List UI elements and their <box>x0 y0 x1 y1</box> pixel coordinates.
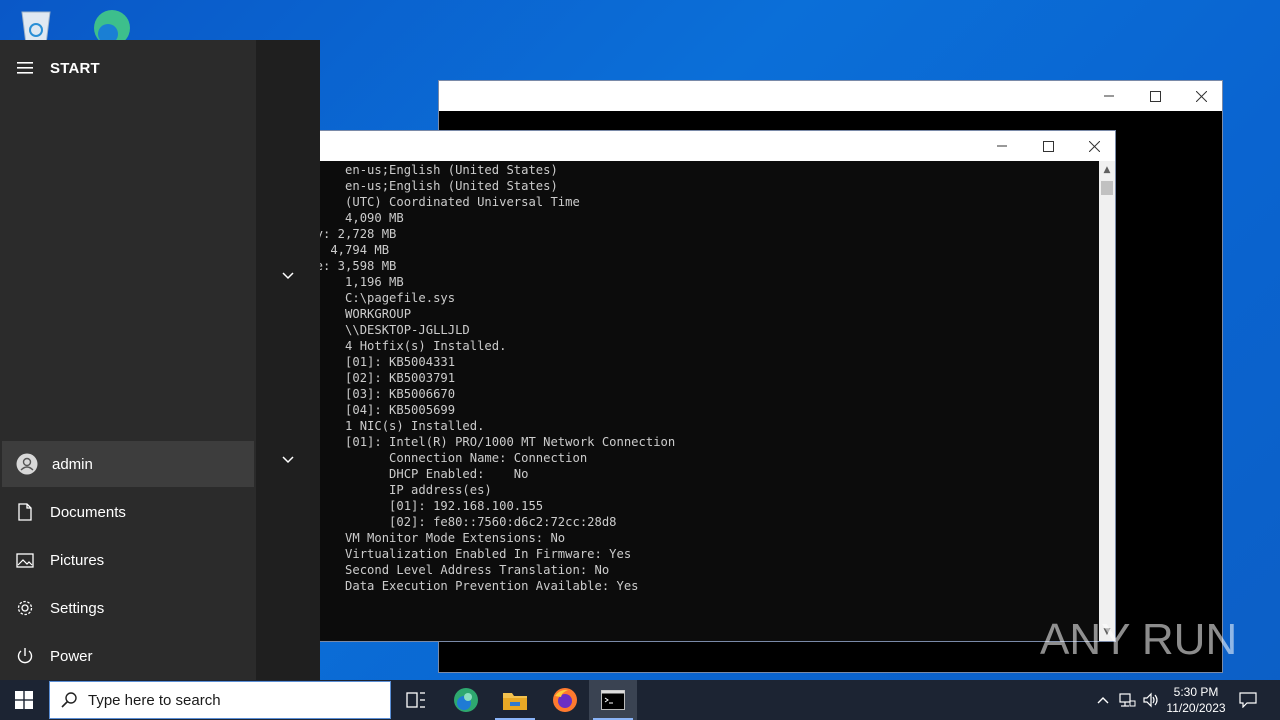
documents-label: Documents <box>50 503 126 521</box>
console-line: en-us;English (United States) <box>301 163 558 177</box>
chevron-down-icon[interactable] <box>256 456 320 464</box>
console-line: [01]: Intel(R) PRO/1000 MT Network Conne… <box>301 435 676 449</box>
edge-taskbar-button[interactable] <box>442 680 490 720</box>
folder-icon <box>503 693 527 710</box>
console-line: Data Execution Prevention Available: Yes <box>301 579 639 593</box>
settings-label: Settings <box>50 599 105 617</box>
start-menu-header[interactable]: START <box>0 50 256 86</box>
console-line: 4 Hotfix(s) Installed. <box>301 339 507 353</box>
taskbar: Type here to search 5:30 PM 11/20/2023 <box>0 680 1280 720</box>
command-prompt-taskbar-button[interactable] <box>589 680 637 720</box>
console-line: [02]: fe80::7560:d6c2:72cc:28d8 <box>301 515 617 529</box>
console-line: Second Level Address Translation: No <box>301 563 610 577</box>
show-hidden-icons-chevron-icon[interactable] <box>1092 680 1114 720</box>
console-line: ble: 3,598 MB <box>301 259 397 273</box>
document-icon <box>0 503 50 521</box>
task-view-button[interactable] <box>392 680 440 720</box>
console-line: [02]: KB5003791 <box>301 371 456 385</box>
console-line: 4,090 MB <box>301 211 404 225</box>
windows-start-button[interactable] <box>0 680 48 720</box>
documents-button[interactable]: Documents <box>0 489 256 535</box>
console-line: (UTC) Coordinated Universal Time <box>301 195 580 209</box>
taskbar-search-box[interactable]: Type here to search <box>49 681 391 719</box>
task-view-icon <box>406 692 425 708</box>
console-line: fo <box>301 610 1099 626</box>
edge-icon <box>454 688 478 712</box>
file-explorer-taskbar-button[interactable] <box>491 680 539 720</box>
pictures-label: Pictures <box>50 551 105 569</box>
chevron-down-icon[interactable] <box>256 272 320 280</box>
notifications-icon[interactable] <box>1234 680 1262 720</box>
pictures-button[interactable]: Pictures <box>0 537 256 583</box>
settings-button[interactable]: Settings <box>0 585 256 631</box>
firefox-taskbar-button[interactable] <box>541 680 589 720</box>
console-line: [01]: KB5004331 <box>301 355 456 369</box>
console-line: e: 4,794 MB <box>301 243 390 257</box>
console-line: [01]: 192.168.100.155 <box>301 499 544 513</box>
console-line: ory: 2,728 MB <box>301 227 397 241</box>
console-line: en-us;English (United States) <box>301 179 558 193</box>
command-prompt-window[interactable]: en-us;English (United States) en-us;Engl… <box>300 130 1116 642</box>
console-line: Virtualization Enabled In Firmware: Yes <box>301 547 632 561</box>
user-avatar-icon <box>2 453 52 475</box>
clock-time: 5:30 PM <box>1173 685 1219 699</box>
picture-icon <box>0 552 50 568</box>
start-menu-title: START <box>50 59 100 77</box>
close-icon[interactable] <box>1071 131 1117 161</box>
power-label: Power <box>50 647 93 665</box>
vertical-scrollbar[interactable]: ▲ ▼ <box>1099 161 1115 641</box>
console-output[interactable]: en-us;English (United States) en-us;Engl… <box>301 161 1099 641</box>
command-prompt-icon <box>601 690 625 710</box>
close-icon[interactable] <box>1178 81 1224 111</box>
console-line: \\DESKTOP-JGLLJLD <box>301 323 470 337</box>
power-button[interactable]: Power <box>0 633 256 679</box>
network-icon[interactable] <box>1115 680 1139 720</box>
user-name-label: admin <box>52 455 93 473</box>
scrollbar-thumb[interactable] <box>1101 181 1113 195</box>
volume-icon[interactable] <box>1140 680 1162 720</box>
start-menu: START admin Documents Pictures Settings <box>0 40 320 680</box>
clock-date: 11/20/2023 <box>1166 701 1226 715</box>
maximize-icon[interactable] <box>1025 131 1071 161</box>
gear-icon <box>0 599 50 617</box>
command-prompt-titlebar[interactable] <box>301 131 1115 161</box>
watermark-text: ANY RUN <box>1040 615 1238 664</box>
start-menu-tiles-pane <box>256 40 320 680</box>
console-line: Connection Name: Connection <box>301 451 588 465</box>
console-line: WORKGROUP <box>301 307 412 321</box>
console-line: [04]: KB5005699 <box>301 403 456 417</box>
taskbar-clock[interactable]: 5:30 PM 11/20/2023 <box>1160 680 1232 720</box>
search-icon <box>50 692 88 708</box>
scroll-up-arrow-icon[interactable]: ▲ <box>1099 163 1115 177</box>
console-line: IP address(es) <box>301 483 492 497</box>
console-line: VM Monitor Mode Extensions: No <box>301 531 566 545</box>
console-line: 1,196 MB <box>301 275 404 289</box>
power-icon <box>0 647 50 665</box>
user-account-button[interactable]: admin <box>2 441 254 487</box>
hamburger-menu-icon[interactable] <box>0 62 50 74</box>
watermark-logo: ANY RUN <box>1040 608 1240 672</box>
console-line: DHCP Enabled: No <box>301 467 529 481</box>
console-line: C:\pagefile.sys <box>301 291 456 305</box>
minimize-icon[interactable] <box>1086 81 1132 111</box>
windows-logo-icon <box>15 691 33 709</box>
minimize-icon[interactable] <box>979 131 1025 161</box>
console-line: 1 NIC(s) Installed. <box>301 419 485 433</box>
firefox-icon <box>553 688 577 712</box>
console-line: [03]: KB5006670 <box>301 387 456 401</box>
background-window-titlebar[interactable] <box>439 81 1222 111</box>
start-menu-left-pane <box>0 40 256 680</box>
search-placeholder: Type here to search <box>88 691 221 709</box>
maximize-icon[interactable] <box>1132 81 1178 111</box>
